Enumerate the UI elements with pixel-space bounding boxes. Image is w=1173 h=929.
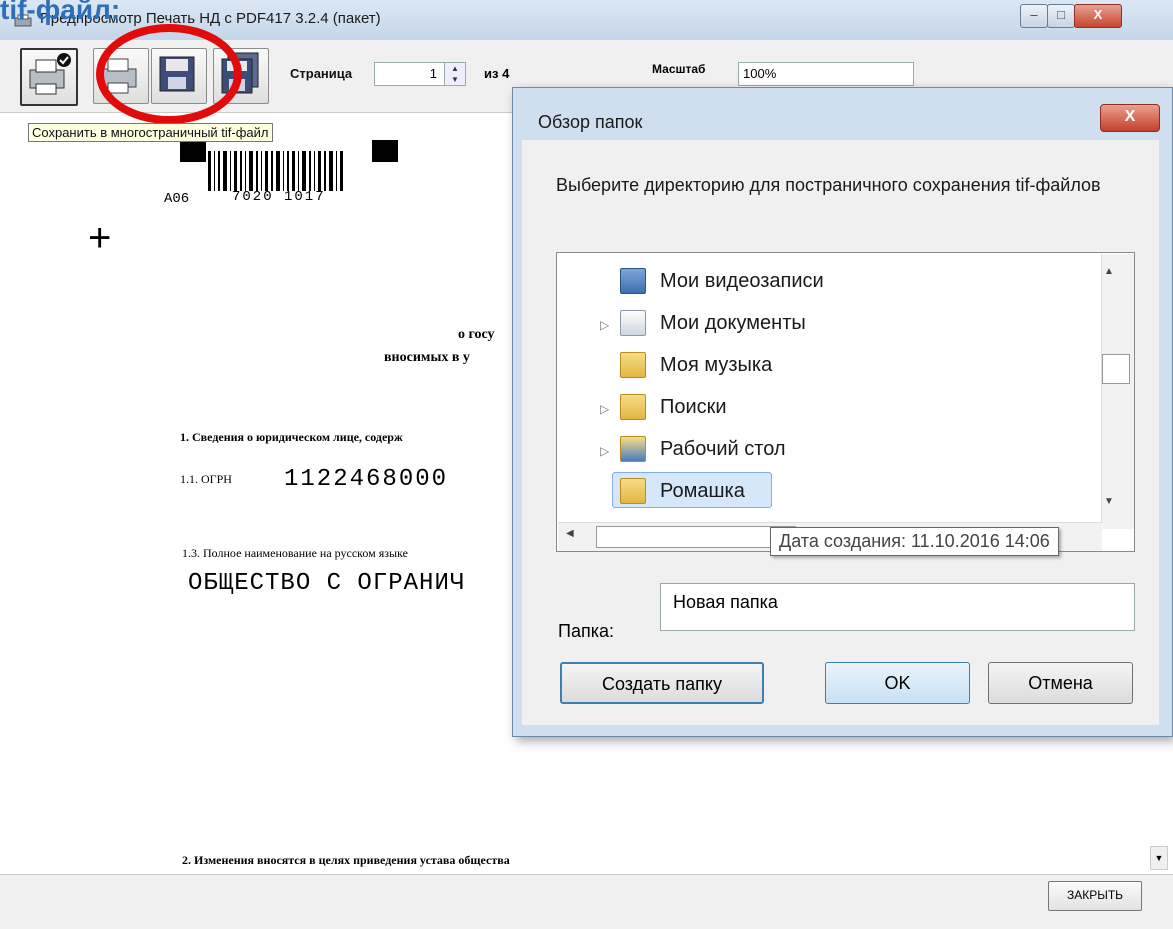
overlay-heading: tif-файл: — [0, 0, 121, 25]
tree-vertical-scrollbar[interactable] — [1101, 254, 1134, 529]
barcode-prefix: A06 — [164, 191, 190, 207]
scroll-down-arrow-icon[interactable]: ▼ — [1104, 496, 1114, 507]
folder-name-input[interactable]: Новая папка — [660, 583, 1135, 631]
page-count-label: из 4 — [484, 66, 510, 81]
date-created-tooltip: Дата создания: 11.10.2016 14:06 — [770, 527, 1059, 556]
tree-item-label[interactable]: Мои видеозаписи — [660, 270, 824, 293]
video-folder-icon — [620, 268, 646, 294]
save-tooltip: Сохранить в многостраничный tif-файл — [28, 123, 273, 142]
print-checked-button[interactable] — [20, 48, 78, 106]
dialog-title: Обзор папок — [538, 112, 643, 132]
expand-arrow-icon[interactable]: ▷ — [600, 444, 609, 458]
highlight-circle — [96, 24, 242, 124]
ok-button[interactable]: OK — [825, 662, 970, 704]
marker-square — [180, 140, 206, 162]
tree-item-label[interactable]: Рабочий стол — [660, 438, 786, 461]
tree-item-label[interactable]: Поиски — [660, 396, 727, 419]
scroll-left-arrow-icon[interactable]: ◀ — [566, 528, 574, 539]
doc-heading-line1: о госу — [458, 327, 495, 342]
documents-folder-icon — [620, 310, 646, 336]
expand-arrow-icon[interactable]: ▷ — [600, 318, 609, 332]
search-folder-icon — [620, 394, 646, 420]
scale-select[interactable]: 100% — [738, 62, 914, 86]
doc-heading-line2: вносимых в у — [384, 350, 470, 365]
scroll-up-arrow-icon[interactable]: ▲ — [1104, 266, 1114, 277]
doc-section2: 2. Изменения вносятся в целях приведения… — [182, 853, 510, 867]
bottom-bar — [0, 874, 1173, 929]
doc-company-name: ОБЩЕСТВО С ОГРАНИЧ — [188, 570, 466, 597]
folder-label: Папка: — [558, 621, 614, 641]
close-button[interactable]: ЗАКРЫТЬ — [1048, 881, 1142, 911]
music-folder-icon — [620, 352, 646, 378]
desktop-folder-icon — [620, 436, 646, 462]
maximize-button[interactable]: □ — [1047, 4, 1075, 28]
printer-check-icon — [29, 53, 71, 95]
tree-hscroll-thumb[interactable] — [596, 526, 796, 548]
doc-scroll-down[interactable]: ▼ — [1150, 846, 1168, 870]
expand-arrow-icon[interactable]: ▷ — [600, 402, 609, 416]
marker-square — [372, 140, 398, 162]
create-folder-button[interactable]: Создать папку — [560, 662, 764, 704]
barcode-image — [208, 151, 343, 191]
page-spinner[interactable]: ▲ ▼ — [444, 62, 466, 86]
cancel-button[interactable]: Отмена — [988, 662, 1133, 704]
doc-item-1-3: 1.3. Полное наименование на русском язык… — [182, 546, 408, 560]
dialog-description: Выберите директорию для постраничного со… — [556, 175, 1101, 195]
minimize-button[interactable]: – — [1020, 4, 1048, 28]
doc-ogrn-value: 1122468000 — [284, 466, 449, 493]
crosshair-mark: + — [88, 216, 112, 260]
folder-icon — [620, 478, 646, 504]
doc-section1: 1. Сведения о юридическом лице, содерж — [180, 430, 403, 444]
doc-ogrn-label: 1.1. ОГРН — [180, 472, 232, 486]
tree-vscroll-thumb[interactable] — [1102, 354, 1130, 384]
dialog-close-button[interactable]: X — [1100, 104, 1160, 132]
tree-item-label[interactable]: Моя музыка — [660, 354, 772, 377]
tree-item-label-selected[interactable]: Ромашка — [660, 480, 745, 503]
tree-item-label[interactable]: Мои документы — [660, 312, 806, 335]
barcode-number: 7020 1017 — [232, 189, 326, 205]
page-label: Страница — [290, 66, 353, 81]
close-window-button[interactable]: X — [1074, 4, 1122, 28]
scale-label: Масштаб — [652, 62, 706, 76]
